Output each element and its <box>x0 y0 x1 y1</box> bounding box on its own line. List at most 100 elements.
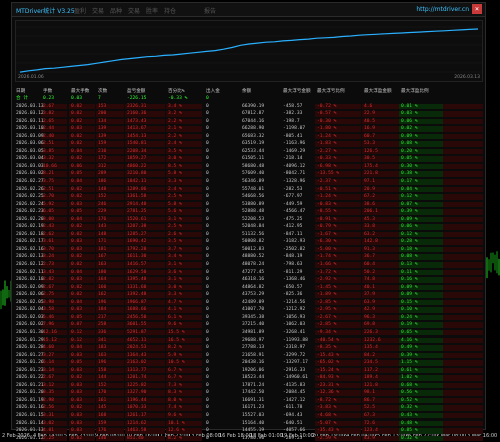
cell-bar <box>443 375 483 381</box>
cell-col-8: -218.14 <box>283 156 303 162</box>
table-row: 2026.02.10 2.82 0.03 164 1395.48 3.1 % 0 46318.… <box>15 276 483 284</box>
cell-col-9: -2.85 % <box>317 299 337 305</box>
cell-col-6: 0 <box>206 352 209 358</box>
cell-col-2: 0.12 <box>71 329 83 335</box>
cell-col-8: -382.33 <box>283 111 303 117</box>
cell-bar <box>443 314 483 321</box>
cell-col-1: 2.98 <box>43 397 55 403</box>
cell-col-7: 61505.11 <box>242 156 265 162</box>
menu-symbols[interactable]: 品种 <box>110 6 122 15</box>
cell-col-10: 175.4 <box>364 163 378 169</box>
window-title: MTDriver统计 V3.25 <box>16 8 75 15</box>
cell-col-11: 0.05 % <box>401 156 418 162</box>
cell-col-1: 3.12 <box>43 382 55 388</box>
cell-col-11: 0.61 % <box>401 367 418 373</box>
cell-col-3: 289 <box>98 171 107 177</box>
cell-col-10: 53.3 <box>364 141 376 147</box>
cell-col-8: 最大浮亏金额 <box>283 89 311 94</box>
cell-col-11: 0.10 % <box>401 307 418 313</box>
cell-col-8: -282.53 <box>283 186 303 192</box>
cell-col-2: 0.06 <box>71 163 83 169</box>
cell-col-6: 0 <box>206 284 209 290</box>
cell-col-7: 51132.56 <box>242 231 265 237</box>
cell-col-9: -2.85 % <box>317 322 337 328</box>
cell-col-5: 8.5 % <box>168 163 182 169</box>
cell-col-7: 50012.83 <box>242 246 265 252</box>
cell-col-3: 186 <box>98 179 107 185</box>
cell-col-5: 8.2 % <box>168 435 182 441</box>
cell-col-6: 0 <box>206 412 209 418</box>
table-row: 2026.02.23 6.05 0.05 229 2781.25 5.6 % 0 52888.… <box>15 208 483 216</box>
cell-col-0: 2026.01.30 <box>16 329 44 335</box>
cell-col-10: 206.1 <box>364 209 378 215</box>
cell-col-2: 0.02 <box>71 435 83 441</box>
menu-trades[interactable]: 交易 <box>92 6 104 15</box>
close-icon[interactable]: × <box>472 4 482 14</box>
cell-col-2: 0.02 <box>71 284 83 290</box>
cell-bar <box>443 194 483 200</box>
table-row: 2026.01.20 3.35 0.03 170 1327.90 8.3 % 0 17442.… <box>15 389 483 397</box>
cell-col-4: 5291.87 <box>127 329 147 335</box>
cell-col-7: 52048.84 <box>242 224 265 230</box>
menu-trade[interactable]: 交易 <box>128 6 140 15</box>
cell-col-3: 258 <box>98 322 107 328</box>
cell-col-8: -198.7 <box>283 118 300 124</box>
cell-col-9: -1.83 % <box>317 141 337 147</box>
table-row: 2026.03.03 10.66 0.06 312 4860.22 8.5 % 0 58680… <box>15 163 483 171</box>
title-bar[interactable]: MTDriver统计 V3.25 盈利 交易 品种 交易 胜率 持仓 报告 ht… <box>12 3 485 17</box>
cell-col-2: 0.04 <box>71 269 83 275</box>
cell-col-8: -848.19 <box>283 254 303 260</box>
cell-col-10: 63.9 <box>364 299 376 305</box>
cell-bar <box>443 390 483 396</box>
cell-col-1: 2.67 <box>43 103 55 109</box>
table-row: 2026.02.24 5.92 0.03 246 2914.40 5.8 % 0 53880.… <box>15 201 483 209</box>
cell-col-3: 140 <box>98 435 107 441</box>
cell-col-9: -1.89 % <box>317 292 337 298</box>
cell-col-6: 0 <box>206 390 209 396</box>
cell-col-7: 66390.19 <box>242 103 265 109</box>
cell-bar <box>443 111 483 117</box>
menu-winrate[interactable]: 胜率 <box>146 6 158 15</box>
cell-bar <box>443 103 483 110</box>
cell-col-4: 1313.77 <box>127 367 147 373</box>
cell-col-8: -847.11 <box>283 231 303 237</box>
cell-col-7: 48880.52 <box>242 254 265 260</box>
cell-col-6: 0 <box>206 148 209 154</box>
cell-col-1: 3.27 <box>43 352 55 358</box>
cell-col-10: 30.5 <box>364 156 376 162</box>
cell-col-2: 0.03 <box>71 96 83 101</box>
cell-col-5: 3.5 % <box>168 239 182 245</box>
cell-col-11: 0.09 % <box>401 133 418 139</box>
cell-col-1: 6.05 <box>43 209 55 215</box>
cell-col-1: 3.32 <box>43 156 55 162</box>
cell-col-6: 0 <box>206 179 209 185</box>
cell-col-9: -9.34 % <box>317 329 337 335</box>
cell-col-0: 2026.02.25 <box>16 194 44 200</box>
cell-col-8: -1056.93 <box>283 314 306 320</box>
cell-col-11: 0.08 % <box>401 254 418 260</box>
cell-col-6: 0 <box>206 163 209 169</box>
table-row: 2026.03.12 3.82 0.02 200 2160.36 3.2 % 0 67812.… <box>15 110 483 118</box>
cell-bar <box>443 269 483 276</box>
cell-col-3: 183 <box>98 345 107 351</box>
cell-col-0: 2026.01.23 <box>16 367 44 373</box>
cell-col-11: 0.02 % <box>401 126 418 132</box>
cell-col-1: 3.70 <box>43 246 55 252</box>
website-link[interactable]: http://mtdriver.cn <box>416 6 469 13</box>
menu-report[interactable]: 报告 <box>204 6 216 15</box>
cell-col-8: -8042.71 <box>283 171 306 177</box>
cell-col-4: 1629.50 <box>127 269 147 275</box>
cell-col-9: -1.45 % <box>317 284 337 290</box>
cell-col-8: -2916.33 <box>283 367 306 373</box>
cell-col-7: 54668.56 <box>242 194 265 200</box>
stats-window: MTDriver统计 V3.25 盈利 交易 品种 交易 胜率 持仓 报告 ht… <box>11 2 486 442</box>
cell-col-9: -2.37 % <box>317 179 337 185</box>
menu-positions[interactable]: 持仓 <box>164 6 176 15</box>
menu-profit[interactable]: 盈利 <box>74 6 86 15</box>
cell-col-4: 1225.82 <box>127 382 147 388</box>
cell-col-4: 1201.74 <box>127 375 147 381</box>
cell-col-8: -1198.07 <box>283 126 306 132</box>
cell-col-3: 176 <box>98 216 107 222</box>
cell-col-10: 121.8 <box>364 382 378 388</box>
cell-col-3: 145 <box>98 405 107 411</box>
